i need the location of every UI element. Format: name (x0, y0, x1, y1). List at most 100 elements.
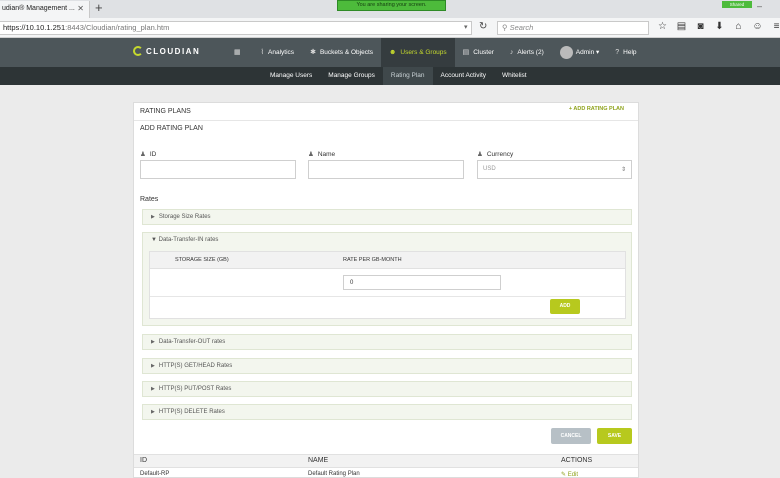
home-icon[interactable]: ⌂ (732, 21, 745, 32)
browser-tab[interactable]: udian® Management ... ✕ (0, 1, 90, 18)
accordion-transfer-out[interactable]: ▶ Data-Transfer-OUT rates (142, 334, 632, 350)
divider (150, 296, 625, 297)
accordion-delete[interactable]: ▶ HTTP(S) DELETE Rates (142, 404, 632, 420)
accordion-transfer-in-header[interactable]: ▼ Data-Transfer-IN rates (151, 237, 218, 243)
app-navbar: CLOUDIAN ▦ ⌇ Analytics ✱ Buckets & Objects… (0, 38, 780, 67)
accordion-put-post[interactable]: ▶ HTTP(S) PUT/POST Rates (142, 381, 632, 397)
accordion-delete-label: HTTP(S) DELETE Rates (158, 409, 225, 415)
analytics-icon: ⌇ (260, 49, 265, 56)
subnav-whitelist[interactable]: Whitelist (494, 67, 535, 85)
form-subtitle: ADD RATING PLAN (140, 125, 203, 132)
edit-link[interactable]: ✎ Edit (561, 471, 578, 478)
pocket-icon[interactable]: ◙ (694, 21, 707, 32)
browser-tabbar: udian® Management ... ✕ + You are sharin… (0, 0, 780, 18)
nav-buckets[interactable]: ✱ Buckets & Objects (302, 38, 381, 67)
subnav-rating-plan[interactable]: Rating Plan (382, 67, 433, 85)
nav-dashboard[interactable]: ▦ (226, 38, 253, 67)
plans-table-header: ID NAME ACTIONS (134, 454, 638, 468)
close-icon[interactable]: ✕ (77, 4, 84, 13)
caret-right-icon: ▶ (151, 409, 155, 415)
currency-select[interactable]: USD ⇕ (477, 160, 632, 179)
caret-right-icon: ▶ (151, 339, 155, 345)
sub-nav-items: Manage Users Manage Groups Rating Plan A… (262, 67, 535, 85)
minimize-icon[interactable]: – (757, 1, 762, 11)
accordion-get-head-label: HTTP(S) GET/HEAD Rates (158, 363, 233, 369)
caret-right-icon: ▶ (151, 386, 155, 392)
nav-users-label: Users & Groups (400, 49, 447, 56)
rating-plans-panel: RATING PLANS + ADD RATING PLAN ADD RATIN… (133, 102, 639, 478)
chat-icon[interactable]: ☺ (751, 21, 764, 32)
col-id: ID (140, 457, 147, 464)
nav-admin-label: Admin ▾ (575, 49, 600, 56)
logo-text: CLOUDIAN (146, 46, 201, 56)
col-actions: ACTIONS (561, 457, 593, 464)
reload-icon[interactable]: ↻ (479, 21, 487, 32)
id-label: ♟ ID (140, 150, 156, 158)
browser-tab-title: udian® Management ... (2, 5, 75, 12)
accordion-transfer-in-label: Data-Transfer-IN rates (158, 237, 219, 243)
nav-help[interactable]: ? Help (607, 38, 644, 67)
sub-navbar: Manage Users Manage Groups Rating Plan A… (0, 67, 780, 85)
col-name: NAME (308, 457, 329, 464)
name-field[interactable] (308, 160, 464, 179)
page-content: RATING PLANS + ADD RATING PLAN ADD RATIN… (0, 85, 780, 478)
nav-analytics[interactable]: ⌇ Analytics (253, 38, 302, 67)
subnav-manage-users[interactable]: Manage Users (262, 67, 320, 85)
add-rate-button[interactable]: ADD (550, 299, 580, 314)
chevron-down-icon[interactable]: ▾ (464, 23, 468, 31)
cancel-button[interactable]: CANCEL (551, 428, 591, 444)
col-rate-per-gb: RATE PER GB-MONTH (343, 257, 402, 263)
nav-cluster-label: Cluster (473, 49, 494, 56)
caret-right-icon: ▶ (151, 363, 155, 369)
subnav-account-activity[interactable]: Account Activity (433, 67, 495, 85)
nav-cluster[interactable]: ▤ Cluster (455, 38, 502, 67)
shared-badge: Shared (722, 1, 752, 8)
row-id: Default-RP (140, 471, 170, 477)
subnav-manage-groups[interactable]: Manage Groups (320, 67, 383, 85)
transfer-in-rate-table: STORAGE SIZE (GB) RATE PER GB-MONTH 0 AD… (149, 251, 626, 319)
nav-alerts[interactable]: ♪ Alerts (2) (502, 38, 552, 67)
add-rating-plan-link[interactable]: + ADD RATING PLAN (569, 106, 624, 112)
browser-toolbar: https://10.10.1.251:8443/Cloudian/rating… (0, 18, 780, 38)
name-label-text: Name (317, 151, 336, 158)
menu-icon[interactable]: ≡ (770, 21, 780, 32)
table-row: Default-RP Default Rating Plan ✎ Edit (134, 469, 638, 478)
user-icon: ♟ (308, 151, 314, 158)
browser-toolbar-icons: ☆ ▤ ◙ ⬇ ⌂ ☺ ≡ (656, 21, 780, 32)
save-button[interactable]: SAVE (597, 428, 632, 444)
nav-buckets-label: Buckets & Objects (319, 49, 374, 56)
nav-alerts-label: Alerts (2) (517, 49, 544, 56)
col-storage-size: STORAGE SIZE (GB) (175, 257, 229, 263)
currency-label: ♟ Currency (477, 150, 513, 158)
name-label: ♟ Name (308, 150, 335, 158)
accordion-storage-size[interactable]: ▶ Storage Size Rates (142, 209, 632, 225)
reader-icon[interactable]: ▤ (675, 21, 688, 32)
nav-users-groups[interactable]: ☻ Users & Groups (381, 38, 455, 67)
accordion-get-head[interactable]: ▶ HTTP(S) GET/HEAD Rates (142, 358, 632, 374)
grid-icon: ▦ (234, 49, 241, 56)
id-field[interactable] (140, 160, 296, 179)
buckets-icon: ✱ (310, 49, 316, 56)
user-icon: ♟ (140, 151, 146, 158)
currency-value: USD (483, 166, 496, 172)
avatar (559, 45, 573, 59)
caret-right-icon: ▶ (151, 214, 155, 220)
nav-admin[interactable]: Admin ▾ (552, 38, 608, 67)
page-title: RATING PLANS (140, 108, 191, 115)
nav-help-label: Help (623, 49, 637, 56)
cloudian-logo[interactable]: CLOUDIAN (133, 46, 200, 56)
rates-title: Rates (140, 196, 159, 203)
download-icon[interactable]: ⬇ (713, 21, 726, 32)
help-icon: ? (615, 49, 620, 56)
bookmark-star-icon[interactable]: ☆ (656, 21, 669, 32)
logo-mark-icon (133, 46, 143, 56)
browser-search-input[interactable]: ⚲ Search (497, 21, 649, 35)
accordion-transfer-in: ▼ Data-Transfer-IN rates STORAGE SIZE (G… (142, 232, 632, 326)
new-tab-icon[interactable]: + (95, 1, 103, 15)
rate-input[interactable]: 0 (343, 275, 501, 290)
bell-icon: ♪ (509, 49, 514, 56)
caret-down-icon: ▼ (151, 237, 157, 243)
user-icon: ♟ (477, 151, 483, 158)
url-path: :8443/Cloudian/rating_plan.htm (65, 23, 170, 32)
url-field[interactable]: https://10.10.1.251:8443/Cloudian/rating… (0, 21, 472, 35)
